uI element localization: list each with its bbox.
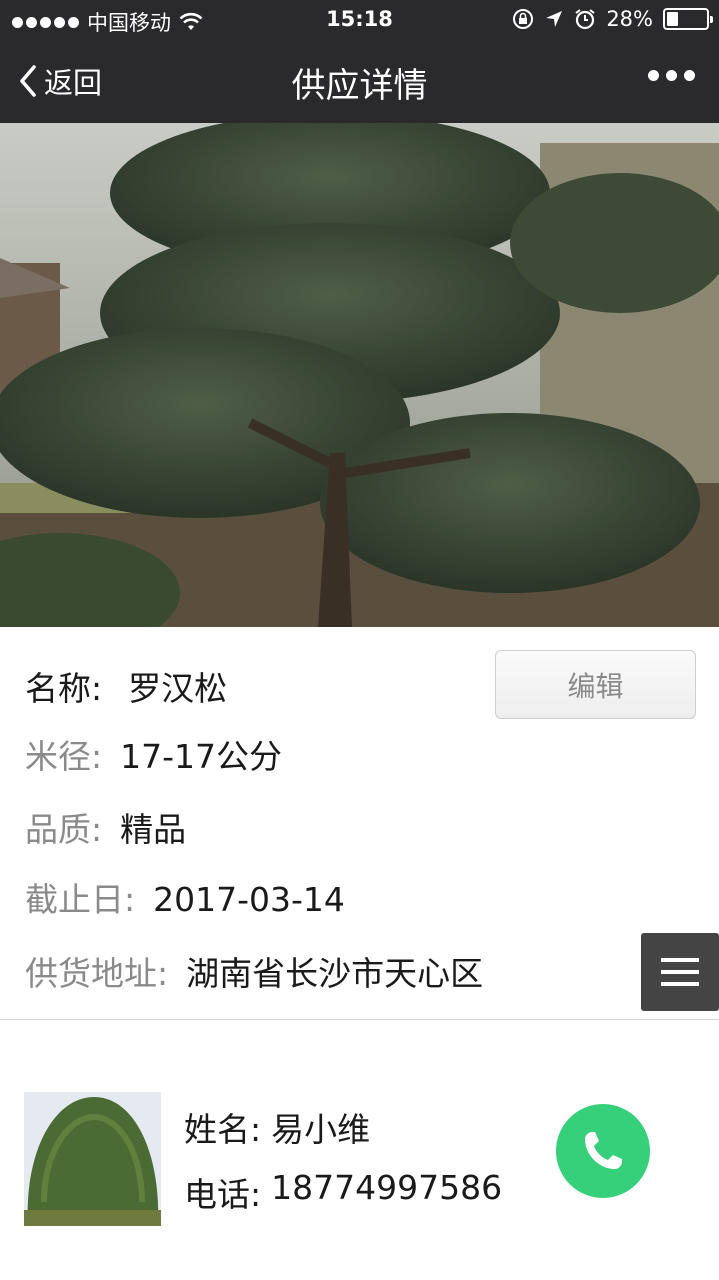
call-button[interactable]	[556, 1104, 650, 1198]
edit-button[interactable]: 编辑	[495, 650, 696, 719]
menu-icon[interactable]	[641, 933, 719, 1011]
quality-row: 品质: 精品	[25, 803, 186, 851]
product-photo	[0, 123, 719, 627]
contact-phone-row: 电话: 18774997586	[184, 1168, 502, 1216]
diameter-label: 米径:	[25, 737, 103, 776]
status-right: 28%	[512, 7, 713, 31]
diameter-row: 米径: 17-17公分	[25, 730, 282, 778]
supply-details: 名称: 罗汉松 编辑 米径: 17-17公分 品质: 精品 截止日: 2017-…	[0, 627, 719, 1020]
quality-value: 精品	[120, 810, 187, 849]
status-bar: 中国移动 15:18 28%	[0, 0, 719, 40]
contact-phone-label: 电话:	[184, 1175, 262, 1214]
name-value: 罗汉松	[128, 669, 228, 708]
deadline-label: 截止日:	[25, 880, 136, 919]
name-row: 名称: 罗汉松	[25, 662, 227, 710]
deadline-value: 2017-03-14	[153, 880, 345, 919]
contact-name-label: 姓名:	[184, 1110, 262, 1149]
alarm-icon	[575, 9, 595, 30]
top-bar: 中国移动 15:18 28% 返回 供应详情	[0, 0, 719, 123]
nav-bar: 返回 供应详情	[0, 40, 719, 123]
address-row: 供货地址: 湖南省长沙市天心区	[25, 947, 483, 995]
phone-icon	[585, 1132, 622, 1169]
address-value: 湖南省长沙市天心区	[186, 954, 484, 993]
page-title: 供应详情	[291, 66, 428, 106]
location-arrow-icon	[546, 11, 563, 27]
contact-photo	[24, 1092, 161, 1226]
tree-photo-image	[0, 123, 719, 627]
battery-icon	[663, 8, 713, 30]
diameter-value: 17-17公分	[120, 737, 283, 776]
more-dots-icon[interactable]	[648, 70, 695, 81]
address-label: 供货地址:	[25, 954, 169, 993]
contact-phone-value[interactable]: 18774997586	[271, 1168, 502, 1216]
battery-percent: 28%	[606, 7, 653, 31]
topiary-thumbnail-image	[24, 1092, 161, 1226]
deadline-row: 截止日: 2017-03-14	[25, 873, 345, 921]
contact-name-value: 易小维	[271, 1110, 371, 1149]
name-label: 名称:	[25, 669, 103, 708]
quality-label: 品质:	[25, 810, 103, 849]
rotation-lock-icon	[513, 9, 534, 29]
contact-name-row: 姓名: 易小维	[184, 1103, 370, 1151]
